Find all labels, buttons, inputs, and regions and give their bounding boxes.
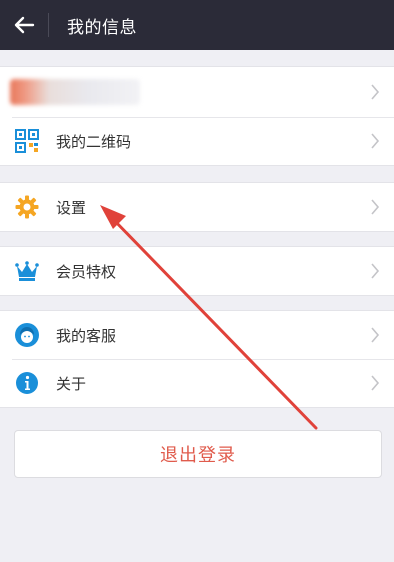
crown-icon xyxy=(14,258,40,284)
menu-label-service: 我的客服 xyxy=(56,326,117,345)
menu-item-qrcode[interactable]: 我的二维码 xyxy=(0,117,394,165)
back-button[interactable] xyxy=(0,0,48,50)
menu-label-qrcode: 我的二维码 xyxy=(56,132,132,151)
info-icon xyxy=(14,370,40,396)
page-title: 我的信息 xyxy=(67,17,137,38)
menu-item-settings[interactable]: 设置 xyxy=(0,183,394,231)
settings-group: 设置 xyxy=(0,182,394,232)
profile-group: 我的二维码 xyxy=(0,66,394,166)
support-group: 我的客服 关于 xyxy=(0,310,394,408)
chevron-right-icon xyxy=(371,133,380,149)
chevron-right-icon xyxy=(371,375,380,391)
chevron-right-icon xyxy=(371,84,380,100)
customer-service-icon xyxy=(14,322,40,348)
header-divider xyxy=(48,13,49,37)
menu-label-about: 关于 xyxy=(56,374,87,393)
chevron-right-icon xyxy=(371,327,380,343)
menu-label-vip: 会员特权 xyxy=(56,262,117,281)
menu-label-settings: 设置 xyxy=(56,198,87,217)
gear-icon xyxy=(14,194,40,220)
menu-item-about[interactable]: 关于 xyxy=(0,359,394,407)
top-bar: 我的信息 xyxy=(0,0,394,50)
chevron-right-icon xyxy=(371,199,380,215)
chevron-right-icon xyxy=(371,263,380,279)
menu-item-vip[interactable]: 会员特权 xyxy=(0,247,394,295)
logout-button[interactable]: 退出登录 xyxy=(14,430,382,478)
vip-group: 会员特权 xyxy=(0,246,394,296)
arrow-left-icon xyxy=(14,16,35,34)
profile-name-redacted xyxy=(10,79,140,105)
qrcode-icon xyxy=(14,128,40,154)
menu-item-service[interactable]: 我的客服 xyxy=(0,311,394,359)
profile-row[interactable] xyxy=(0,67,394,117)
